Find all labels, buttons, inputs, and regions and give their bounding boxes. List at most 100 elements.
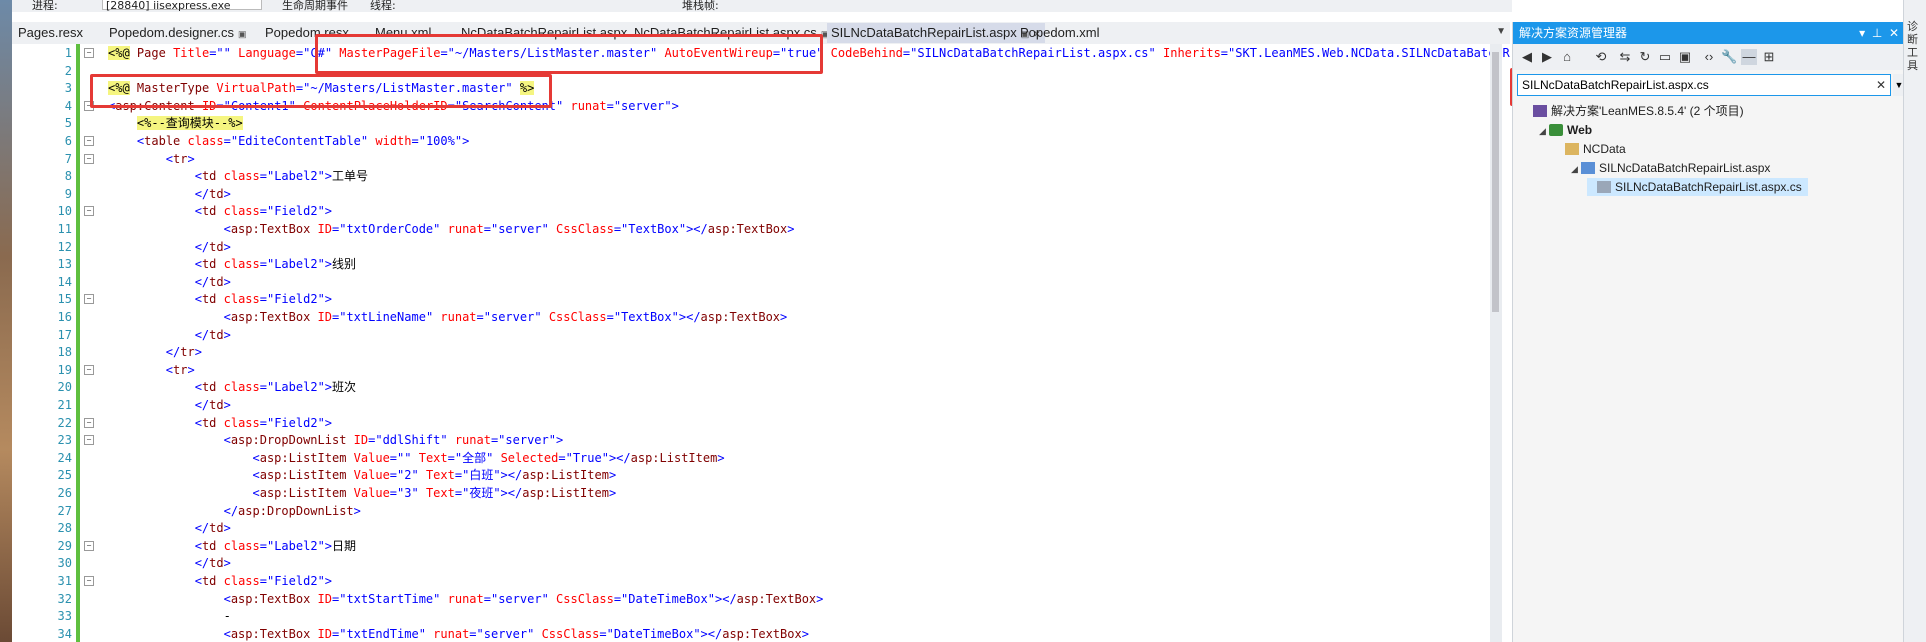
code-token: <	[194, 204, 202, 219]
close-icon[interactable]: ✕	[1889, 26, 1899, 40]
sync-icon[interactable]: ⇆	[1617, 49, 1633, 65]
tab-7[interactable]: SILNcDataBatchRepairList.aspx ▣ ✕	[827, 23, 1045, 43]
fold-toggle-icon[interactable]: −	[84, 417, 94, 428]
code-line[interactable]: 34 <asp:TextBox ID="txtEndTime" runat="s…	[12, 624, 1510, 642]
pin-icon[interactable]: ▣	[238, 29, 247, 39]
sol-icon	[1533, 105, 1547, 117]
class-diagram-icon[interactable]: ⊞	[1761, 49, 1777, 65]
home-icon[interactable]: ⌂	[1559, 49, 1575, 65]
refresh-icon[interactable]: ↻	[1637, 49, 1653, 65]
code-line[interactable]: 18 </tr>	[12, 343, 1510, 362]
preview-icon[interactable]: —	[1741, 49, 1757, 65]
code-token: ="	[332, 626, 347, 641]
scrollbar-thumb[interactable]	[1492, 52, 1499, 312]
code-line[interactable]: 26 <asp:ListItem Value="3" Text="夜班"></a…	[12, 484, 1510, 502]
lifecycle-events-label[interactable]: 生命周期事件	[282, 0, 348, 12]
view-code-icon[interactable]: ‹›	[1701, 49, 1717, 65]
expand-toggle-icon[interactable]: ◢	[1539, 122, 1549, 140]
forward-icon[interactable]: ▶	[1539, 49, 1555, 65]
show-all-files-icon[interactable]: ▣	[1677, 49, 1693, 65]
history-icon[interactable]: ⟲	[1593, 49, 1609, 65]
fold-toggle-icon[interactable]: −	[84, 136, 94, 146]
code-line[interactable]: 5 <%--查询模块--%>	[12, 114, 1510, 133]
change-marker	[76, 484, 80, 502]
code-line[interactable]: 19 − <tr>	[12, 360, 1510, 379]
properties-icon[interactable]: 🔧	[1721, 49, 1737, 65]
code-token: </	[194, 186, 210, 201]
change-marker	[76, 237, 80, 256]
tree-node[interactable]: ◢ Web	[1539, 121, 1598, 139]
editor-vertical-scrollbar[interactable]	[1490, 44, 1502, 642]
code-line[interactable]: 13 <td class="Label2">线别	[12, 255, 1510, 274]
code-token: ="	[606, 310, 622, 324]
fold-toggle-icon[interactable]: −	[84, 435, 94, 446]
solution-search-input[interactable]: SILNcDataBatchRepairList.aspx.cs ✕	[1517, 74, 1891, 96]
code-line[interactable]: 6 − <table class="EditeContentTable" widt…	[12, 132, 1510, 150]
code-token: td	[201, 380, 217, 395]
code-line[interactable]: 33 -	[12, 607, 1510, 626]
code-line[interactable]: 22 − <td class="Field2">	[12, 413, 1510, 432]
code-line[interactable]: 29 − <td class="Label2">日期	[12, 536, 1510, 555]
code-line[interactable]: 31 − <td class="Field2">	[12, 572, 1510, 590]
pin-icon[interactable]: ⊥	[1872, 26, 1882, 40]
fold-toggle-icon[interactable]: −	[84, 206, 94, 217]
code-editor[interactable]: 1− <%@ Page Title="" Language="C#" Master…	[12, 44, 1510, 642]
code-line[interactable]: 9 </td>	[12, 184, 1510, 203]
tree-node-label: SILNcDataBatchRepairList.aspx	[1599, 161, 1771, 175]
diagnostic-tools-side-tab[interactable]: 诊断工具	[1903, 0, 1926, 642]
code-line[interactable]: 10 − <td class="Field2">	[12, 202, 1510, 221]
code-line[interactable]: 7 − <tr>	[12, 149, 1510, 168]
code-line[interactable]: 30 </td>	[12, 554, 1510, 573]
tree-node[interactable]: 解决方案'LeanMES.8.5.4' (2 个项目)	[1523, 102, 1750, 120]
process-dropdown[interactable]: [28840] iisexpress.exe	[102, 0, 262, 12]
back-icon[interactable]: ◀	[1519, 49, 1535, 65]
code-token: Field2	[274, 292, 318, 307]
code-line[interactable]: 27 </asp:DropDownList>	[12, 501, 1510, 520]
fold-toggle-icon[interactable]: −	[84, 153, 94, 164]
tree-node[interactable]: SILNcDataBatchRepairList.aspx.cs	[1587, 178, 1808, 196]
fold-toggle-icon[interactable]: −	[84, 364, 94, 375]
code-line[interactable]: 12 </td>	[12, 237, 1510, 256]
expand-toggle-icon[interactable]: ◢	[1571, 160, 1581, 178]
folder-icon	[1565, 143, 1579, 155]
code-token: ="	[223, 134, 239, 148]
code-line[interactable]: 28 </td>	[12, 519, 1510, 538]
code-line[interactable]: 32 <asp:TextBox ID="txtStartTime" runat=…	[12, 589, 1510, 608]
code-line[interactable]: 20 <td class="Label2">班次	[12, 378, 1510, 397]
tab-list-dropdown-icon[interactable]: ▼	[1496, 26, 1506, 37]
fold-toggle-icon[interactable]: −	[84, 576, 94, 586]
code-text: </td>	[108, 326, 231, 344]
clear-search-icon[interactable]: ✕	[1876, 75, 1886, 95]
fold-toggle-icon[interactable]: −	[84, 294, 94, 305]
tab-2[interactable]: Popedom.designer.cs ▣	[109, 25, 247, 43]
code-line[interactable]: 24 <asp:ListItem Value="" Text="全部" Sele…	[12, 448, 1510, 467]
code-line[interactable]: 25 <asp:ListItem Value="2" Text="白班"></a…	[12, 466, 1510, 485]
code-line[interactable]: 11 <asp:TextBox ID="txtOrderCode" runat=…	[12, 220, 1510, 238]
code-line[interactable]: 21 </td>	[12, 396, 1510, 414]
code-line[interactable]: 8 <td class="Label2">工单号	[12, 167, 1510, 186]
dropdown-icon[interactable]: ▾	[1859, 26, 1865, 40]
change-marker	[76, 589, 80, 608]
line-number: 31	[57, 574, 72, 588]
code-line[interactable]: 16 <asp:TextBox ID="txtLineName" runat="…	[12, 308, 1510, 326]
fold-toggle-icon[interactable]: −	[84, 540, 94, 551]
tab-1[interactable]: Pages.resx	[18, 25, 83, 43]
tab-8[interactable]: Popedom.xml	[1020, 25, 1099, 43]
code-text: <asp:TextBox ID="txtEndTime" runat="serv…	[108, 625, 809, 642]
code-line[interactable]: 15 − <td class="Field2">	[12, 290, 1510, 309]
code-line[interactable]: 23− <asp:DropDownList ID="ddlShift" runa…	[12, 431, 1510, 450]
collapse-all-icon[interactable]: ▭	[1657, 49, 1673, 65]
tree-node[interactable]: NCData	[1555, 140, 1632, 158]
code-token: asp:TextBox	[230, 222, 311, 236]
code-line[interactable]: 17 </td>	[12, 325, 1510, 344]
fold-toggle-icon[interactable]: −	[84, 48, 94, 58]
code-token: </	[165, 345, 181, 360]
code-text: </td>	[108, 396, 231, 414]
tree-node[interactable]: ◢ SILNcDataBatchRepairList.aspx	[1571, 159, 1776, 177]
code-text: <td class="Label2">班次	[108, 378, 356, 396]
code-token: ="	[295, 46, 311, 60]
code-line[interactable]: 14 </td>	[12, 272, 1510, 291]
